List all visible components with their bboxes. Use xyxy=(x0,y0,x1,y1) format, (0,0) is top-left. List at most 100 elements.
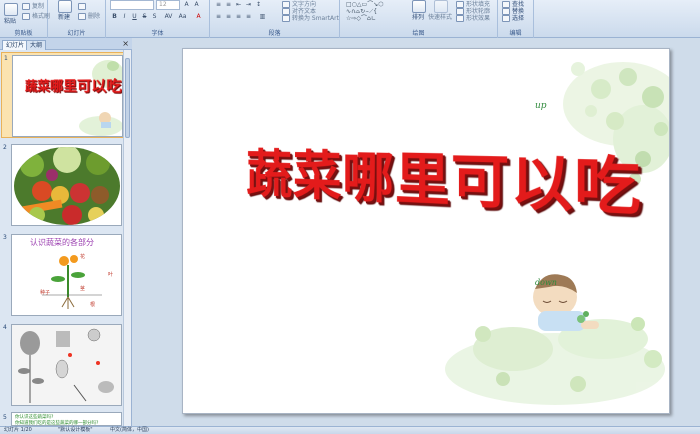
strikethrough-button[interactable]: S xyxy=(140,13,149,21)
slide-thumbnail: 蔬菜哪里可以吃 xyxy=(12,55,123,137)
slide-thumbnail xyxy=(11,324,122,406)
label-seed: 种子 xyxy=(40,290,51,296)
label-stem: 茎 xyxy=(80,286,86,292)
arrange-button[interactable]: 排列 xyxy=(412,14,424,22)
label-leaf: 叶 xyxy=(108,272,114,278)
align-right-button[interactable]: ≡ xyxy=(234,13,243,21)
font-name-combo[interactable] xyxy=(110,0,154,10)
char-spacing-button[interactable]: AV xyxy=(164,13,173,21)
panel-tabs: 幻灯片 大纲 × xyxy=(0,38,132,50)
smartart-icon xyxy=(282,15,290,22)
drawing-group-title: 绘图 xyxy=(412,30,425,37)
shadow-button[interactable]: S xyxy=(150,13,159,21)
grow-font-button[interactable]: A xyxy=(182,1,191,9)
justify-button[interactable]: ≡ xyxy=(244,13,253,21)
current-slide[interactable]: up 蔬菜哪里可以吃 down xyxy=(182,48,670,414)
powerpoint-window: 粘贴 复制 格式刷 剪贴板 新建 删除 幻灯片 12 A A B I U S S… xyxy=(0,0,700,434)
slide-thumb-1[interactable]: 1 蔬菜哪里可以吃 xyxy=(1,52,125,138)
bullets-button[interactable]: ≡ xyxy=(214,1,223,9)
align-left-button[interactable]: ≡ xyxy=(214,13,223,21)
shape-effects-button[interactable]: 形状效果 xyxy=(456,15,490,23)
up-label: up xyxy=(535,101,547,111)
font-color-button[interactable]: A xyxy=(194,13,203,21)
clipboard-group-title: 剪贴板 xyxy=(14,30,33,37)
slide-thumb-5[interactable]: 5 你认识这些蔬菜吗? 你知道我们吃的是这些蔬菜的哪一部分吗? xyxy=(1,412,125,426)
drawing-group: □○△▭⌒↘⬡ ∿∩⌓↻⌢⟋{ ☆⇨◇⌒⌂∟ 排列 快速样式 形状填充 形状轮廓… xyxy=(340,0,498,38)
tab-outline[interactable]: 大纲 xyxy=(26,40,47,50)
scrollbar-thumb[interactable] xyxy=(125,58,130,138)
slides-panel: 幻灯片 大纲 × 1 蔬菜哪里可以吃 2 3 认识蔬菜的各部分 花 叶 种子 茎… xyxy=(0,38,132,426)
fill-icon xyxy=(456,1,464,8)
font-size-combo[interactable]: 12 xyxy=(156,0,180,10)
slide-number: 2 xyxy=(3,144,7,151)
font-group: 12 A A B I U S S AV Aa A 字体 xyxy=(106,0,210,38)
slide-number: 5 xyxy=(3,414,7,421)
slide-thumb-2[interactable]: 2 xyxy=(1,142,125,228)
quick-styles-button[interactable]: 快速样式 xyxy=(428,14,452,22)
panel-scrollbar[interactable] xyxy=(123,50,131,426)
slide-number: 4 xyxy=(3,324,7,331)
slide-thumb-3[interactable]: 3 认识蔬菜的各部分 花 叶 种子 茎 根 xyxy=(1,232,125,318)
line-spacing-button[interactable]: ↕ xyxy=(254,1,263,9)
arrange-icon[interactable] xyxy=(412,0,426,13)
align-text-icon xyxy=(282,8,290,15)
binoculars-icon xyxy=(502,1,510,8)
decrease-indent-button[interactable]: ⇤ xyxy=(234,1,243,9)
plant-diagram xyxy=(42,255,102,309)
slide-thumbnail xyxy=(11,144,122,226)
paste-icon[interactable] xyxy=(4,3,18,16)
numbering-button[interactable]: ≡ xyxy=(224,1,233,9)
shapes-gallery-row3[interactable]: ☆⇨◇⌒⌂∟ xyxy=(346,15,376,23)
botanical-sketches xyxy=(12,325,121,405)
tab-slides[interactable]: 幻灯片 xyxy=(2,40,29,50)
underline-button[interactable]: U xyxy=(130,13,139,21)
change-case-button[interactable]: Aa xyxy=(178,13,187,21)
shrink-font-button[interactable]: A xyxy=(192,1,201,9)
slide-number: 1 xyxy=(4,55,8,62)
columns-button[interactable]: ▥ xyxy=(258,13,267,21)
increase-indent-button[interactable]: ⇥ xyxy=(244,1,253,9)
italic-button[interactable]: I xyxy=(120,13,129,21)
close-panel-icon[interactable]: × xyxy=(122,39,129,48)
slide-counter: 幻灯片 1/20 xyxy=(4,427,32,433)
align-center-button[interactable]: ≡ xyxy=(224,13,233,21)
layout-button[interactable] xyxy=(78,3,88,11)
vegetables-photo xyxy=(14,147,120,225)
select-icon xyxy=(502,15,510,22)
down-label: down xyxy=(535,278,557,287)
slides-group: 新建 删除 幻灯片 xyxy=(48,0,106,38)
convert-smartart-button[interactable]: 转换为 SmartArt xyxy=(282,15,339,23)
label-root: 根 xyxy=(90,302,96,308)
new-slide-button[interactable]: 新建 xyxy=(58,14,70,22)
slide-thumb-4[interactable]: 4 xyxy=(1,322,125,408)
new-slide-icon[interactable] xyxy=(58,0,72,13)
layout-icon xyxy=(78,3,86,10)
paste-button[interactable]: 粘贴 xyxy=(4,18,16,26)
editing-group: 查找 替换 选择 编辑 xyxy=(498,0,534,38)
effects-icon xyxy=(456,15,464,22)
slide-number: 3 xyxy=(3,234,7,241)
text-direction-icon xyxy=(282,1,290,8)
paragraph-group-title: 段落 xyxy=(268,30,281,37)
select-button[interactable]: 选择 xyxy=(502,15,524,23)
clipboard-group: 粘贴 复制 格式刷 剪贴板 xyxy=(0,0,50,38)
slides-group-title: 幻灯片 xyxy=(67,30,86,37)
language-indicator[interactable]: 中文(简体，中国) xyxy=(110,427,149,434)
replace-icon xyxy=(502,8,510,15)
delete-slide-button[interactable]: 删除 xyxy=(78,13,100,21)
delete-icon xyxy=(78,13,86,20)
status-bar: 幻灯片 1/20 "默认设计模板" 中文(简体，中国) xyxy=(0,426,700,434)
font-group-title: 字体 xyxy=(151,30,164,37)
copy-button[interactable]: 复制 xyxy=(22,3,44,11)
editing-group-title: 编辑 xyxy=(509,30,522,37)
label-flower: 花 xyxy=(80,254,86,260)
copy-icon xyxy=(22,3,30,10)
outline-icon xyxy=(456,8,464,15)
slide-thumbnail: 你认识这些蔬菜吗? 你知道我们吃的是这些蔬菜的哪一部分吗? xyxy=(11,412,122,426)
slide-1-title: 蔬菜哪里可以吃 xyxy=(24,78,122,96)
format-painter-button[interactable]: 格式刷 xyxy=(22,13,50,21)
slide-background-art xyxy=(445,62,669,405)
slide-thumbnail: 认识蔬菜的各部分 花 叶 种子 茎 根 xyxy=(11,234,122,316)
bold-button[interactable]: B xyxy=(110,13,119,21)
quick-styles-icon[interactable] xyxy=(434,0,448,13)
